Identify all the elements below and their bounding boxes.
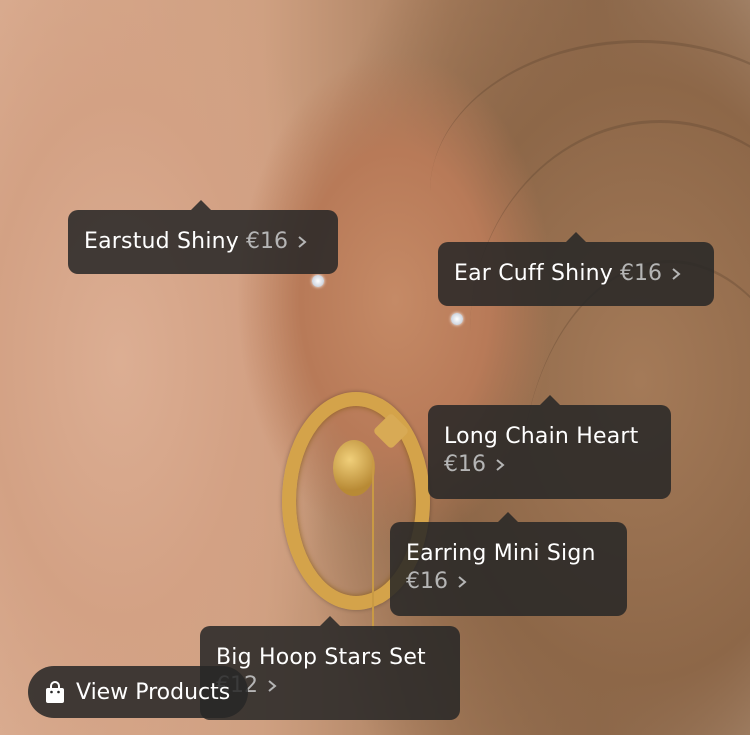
product-price: €16	[444, 452, 486, 477]
product-name: Earring Mini Sign	[406, 541, 596, 566]
stud-earring	[312, 275, 324, 287]
shopping-bag-icon	[46, 681, 64, 703]
chain	[372, 460, 374, 630]
product-tag-earstud-shiny[interactable]: Earstud Shiny €16	[68, 210, 338, 274]
product-tag-earring-mini-sign[interactable]: Earring Mini Sign €16	[390, 522, 627, 616]
chevron-right-icon	[295, 235, 309, 249]
product-price: €16	[246, 229, 288, 254]
product-name: Earstud Shiny	[84, 229, 239, 254]
chevron-right-icon	[455, 575, 469, 589]
product-price: €16	[406, 569, 448, 594]
stud-earring	[451, 313, 463, 325]
coin-charm	[333, 440, 375, 496]
product-name: Long Chain Heart	[444, 424, 639, 449]
chevron-right-icon	[493, 458, 507, 472]
product-name: Big Hoop Stars Set	[216, 645, 426, 670]
view-products-button[interactable]: View Products	[28, 666, 249, 718]
product-name: Ear Cuff Shiny	[454, 261, 613, 286]
chevron-right-icon	[669, 267, 683, 281]
product-tag-ear-cuff-shiny[interactable]: Ear Cuff Shiny €16	[438, 242, 714, 306]
product-price: €16	[620, 261, 662, 286]
view-products-label: View Products	[76, 679, 231, 705]
product-photo: Earstud Shiny €16 Ear Cuff Shiny €16 Lon…	[0, 0, 750, 735]
product-tag-long-chain-heart[interactable]: Long Chain Heart €16	[428, 405, 671, 499]
chevron-right-icon	[265, 679, 279, 693]
